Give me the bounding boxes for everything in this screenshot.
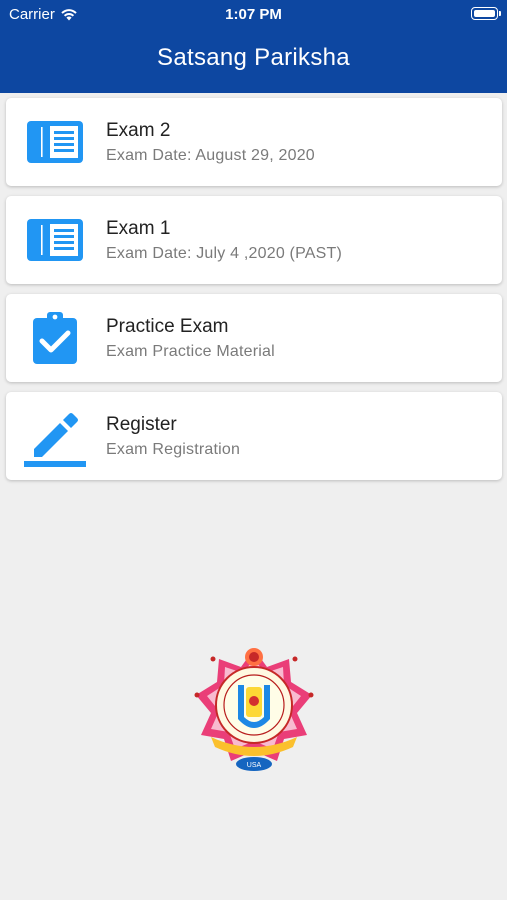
document-list-icon [24, 212, 86, 268]
menu-item-subtitle: Exam Date: July 4 ,2020 (PAST) [106, 245, 343, 262]
menu-item-exam-1[interactable]: Exam 1 Exam Date: July 4 ,2020 (PAST) [6, 196, 502, 284]
menu-item-title: Exam 2 [106, 120, 171, 141]
battery-icon [471, 7, 501, 20]
menu-item-subtitle: Exam Practice Material [106, 343, 275, 360]
menu-item-title: Exam 1 [106, 218, 171, 239]
menu-item-title: Practice Exam [106, 316, 229, 337]
app-header: Carrier 1:07 PM Satsang Pariksha [0, 0, 507, 93]
menu-item-subtitle: Exam Date: August 29, 2020 [106, 147, 315, 164]
emblem-country-text: USA [247, 762, 262, 769]
battery-level [474, 10, 495, 17]
menu-item-exam-2[interactable]: Exam 2 Exam Date: August 29, 2020 [6, 98, 502, 186]
menu-item-subtitle: Exam Registration [106, 441, 241, 458]
status-bar: Carrier 1:07 PM [0, 0, 507, 28]
document-list-icon [24, 114, 86, 170]
menu-item-register[interactable]: Register Exam Registration [6, 392, 502, 480]
menu-item-practice-exam[interactable]: Practice Exam Exam Practice Material [6, 294, 502, 382]
clipboard-check-icon [24, 310, 86, 366]
status-time: 1:07 PM [225, 6, 282, 23]
pencil-edit-icon [24, 408, 86, 467]
organization-emblem: USA [193, 645, 315, 775]
menu-item-title: Register [106, 414, 177, 435]
page-title: Satsang Pariksha [157, 44, 350, 71]
menu-list: Exam 2 Exam Date: August 29, 2020 Exam 1… [6, 98, 502, 490]
